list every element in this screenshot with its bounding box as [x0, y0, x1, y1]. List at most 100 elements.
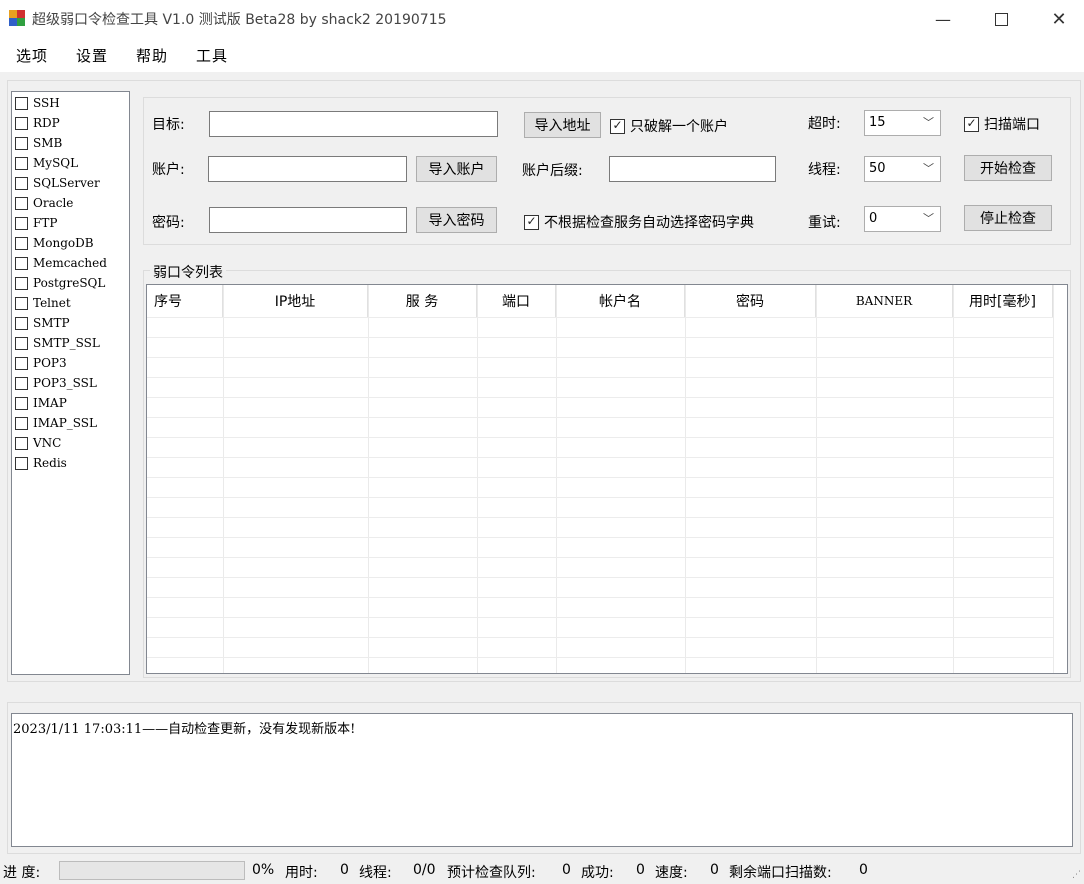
grid-row-line [147, 417, 1053, 418]
service-checkbox-ssh[interactable]: SSH [15, 94, 60, 112]
service-checkbox-imap_ssl[interactable]: IMAP_SSL [15, 414, 97, 432]
stop-check-button[interactable]: 停止检查 [964, 205, 1052, 231]
column-header-password[interactable]: 密码 [685, 285, 816, 317]
service-label: SMTP_SSL [33, 336, 100, 350]
no-auto-dict-checkbox[interactable]: 不根据检查服务自动选择密码字典 [524, 212, 754, 232]
service-label: POP3 [33, 356, 67, 370]
grid-row-line [147, 557, 1053, 558]
no-auto-dict-label: 不根据检查服务自动选择密码字典 [544, 215, 754, 231]
account-suffix-label: 账户后缀: [522, 163, 583, 179]
service-label: SQLServer [33, 176, 100, 190]
scan-port-checkbox[interactable]: 扫描端口 [964, 114, 1040, 134]
import-address-button[interactable]: 导入地址 [524, 112, 601, 138]
resize-grip-icon[interactable]: ⋰ [1072, 870, 1081, 880]
column-header-port[interactable]: 端口 [477, 285, 556, 317]
account-input[interactable] [208, 156, 407, 182]
service-checkbox-sqlserver[interactable]: SQLServer [15, 174, 100, 192]
checkbox-icon [15, 116, 28, 130]
log-entry: 2023/1/11 17:03:11——自动检查更新，没有发现新版本! [13, 722, 356, 737]
remaining-label: 剩余端口扫描数: [729, 865, 832, 881]
import-account-button[interactable]: 导入账户 [416, 156, 497, 182]
grid-row-line [147, 477, 1053, 478]
menu-help[interactable]: 帮助 [136, 45, 168, 66]
retry-select[interactable]: 0 ﹀ [864, 206, 941, 232]
grid-row-line [147, 617, 1053, 618]
service-checkbox-rdp[interactable]: RDP [15, 114, 60, 132]
grid-row-line [147, 377, 1053, 378]
password-input[interactable] [209, 207, 407, 233]
grid-column-line [368, 285, 369, 673]
service-checkbox-memcached[interactable]: Memcached [15, 254, 107, 272]
checkbox-icon [15, 436, 28, 450]
service-checkbox-oracle[interactable]: Oracle [15, 194, 73, 212]
service-checkbox-postgresql[interactable]: PostgreSQL [15, 274, 105, 292]
service-checkbox-mongodb[interactable]: MongoDB [15, 234, 94, 252]
service-checkbox-pop3_ssl[interactable]: POP3_SSL [15, 374, 97, 392]
threads-value: 50 [869, 161, 886, 176]
threads-select[interactable]: 50 ﹀ [864, 156, 941, 182]
menu-tools[interactable]: 工具 [196, 45, 228, 66]
service-checkbox-smtp[interactable]: SMTP [15, 314, 70, 332]
service-checkbox-ftp[interactable]: FTP [15, 214, 57, 232]
minimize-button[interactable]: — [914, 0, 972, 38]
queue-value: 0 [562, 862, 571, 878]
target-input[interactable] [209, 111, 498, 137]
checkbox-icon [15, 196, 28, 210]
start-check-button[interactable]: 开始检查 [964, 155, 1052, 181]
window-title: 超级弱口令检查工具 V1.0 测试版 Beta28 by shack2 2019… [32, 12, 447, 28]
only-one-account-checkbox[interactable]: 只破解一个账户 [610, 116, 728, 136]
menu-options[interactable]: 选项 [16, 45, 48, 66]
elapsed-label: 用时: [285, 865, 318, 881]
column-header-index[interactable]: 序号 [147, 285, 223, 317]
grid-column-line [223, 285, 224, 673]
service-checkbox-vnc[interactable]: VNC [15, 434, 61, 452]
checkbox-icon [15, 416, 28, 430]
import-password-button[interactable]: 导入密码 [416, 207, 497, 233]
column-header-banner[interactable]: BANNER [816, 285, 953, 317]
checkbox-icon [15, 296, 28, 310]
service-label: VNC [33, 436, 62, 450]
menu-settings[interactable]: 设置 [76, 45, 108, 66]
remaining-value: 0 [859, 862, 868, 878]
column-header-time[interactable]: 用时[毫秒] [953, 285, 1053, 317]
only-one-account-label: 只破解一个账户 [630, 119, 728, 135]
status-threads-value: 0/0 [413, 862, 436, 878]
checkbox-icon [15, 316, 28, 330]
service-list: SSH RDP SMB MySQL SQLServer Oracle FTP MongoDB M… [11, 91, 130, 675]
service-checkbox-redis[interactable]: Redis [15, 454, 67, 472]
service-label: FTP [33, 216, 58, 230]
grid-column-line [477, 285, 478, 673]
speed-value: 0 [710, 862, 719, 878]
service-label: RDP [33, 116, 60, 130]
service-checkbox-pop3[interactable]: POP3 [15, 354, 67, 372]
weak-password-table[interactable]: 序号 IP地址 服 务 端口 帐户名 密码 BANNER 用时[毫秒] [146, 284, 1068, 674]
grid-column-line [953, 285, 954, 673]
service-checkbox-mysql[interactable]: MySQL [15, 154, 78, 172]
grid-column-line [685, 285, 686, 673]
progress-bar [59, 861, 245, 880]
success-label: 成功: [581, 865, 614, 881]
column-header-ip[interactable]: IP地址 [223, 285, 368, 317]
service-checkbox-telnet[interactable]: Telnet [15, 294, 71, 312]
status-threads-label: 线程: [359, 865, 392, 881]
service-checkbox-imap[interactable]: IMAP [15, 394, 67, 412]
timeout-value: 15 [869, 115, 886, 130]
column-header-account[interactable]: 帐户名 [556, 285, 685, 317]
service-checkbox-smb[interactable]: SMB [15, 134, 62, 152]
scan-port-label: 扫描端口 [984, 117, 1040, 133]
close-button[interactable]: ✕ [1030, 0, 1084, 38]
account-suffix-input[interactable] [609, 156, 776, 182]
success-value: 0 [636, 862, 645, 878]
retry-value: 0 [869, 211, 878, 226]
maximize-button[interactable] [972, 0, 1030, 38]
checkbox-icon [15, 356, 28, 370]
retry-label: 重试: [808, 215, 841, 231]
column-header-service[interactable]: 服 务 [368, 285, 477, 317]
checkbox-icon [15, 96, 28, 110]
service-checkbox-smtp_ssl[interactable]: SMTP_SSL [15, 334, 100, 352]
grid-row-line [147, 317, 1053, 318]
maximize-icon [994, 12, 1008, 26]
checkbox-checked-icon [610, 118, 625, 134]
timeout-select[interactable]: 15 ﹀ [864, 110, 941, 136]
grid-row-line [147, 457, 1053, 458]
